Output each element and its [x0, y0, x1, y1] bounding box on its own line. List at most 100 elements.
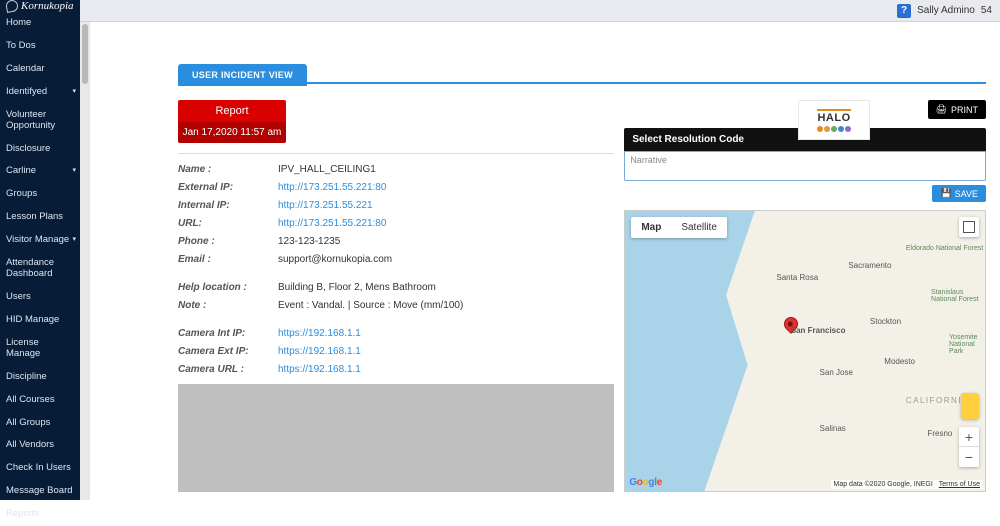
- sidebar-item-to-dos[interactable]: To Dos: [0, 35, 80, 58]
- brand-logo: Kornukopia: [0, 0, 80, 12]
- chevron-down-icon: ▾: [72, 88, 76, 96]
- sidebar: Kornukopia HomeTo DosCalendarIdentifyed▾…: [0, 0, 80, 500]
- map-label: Santa Rosa: [776, 273, 818, 282]
- sidebar-item-groups[interactable]: Groups: [0, 183, 80, 206]
- map-label: Sacramento: [848, 261, 891, 270]
- map-attribution: Map data ©2020 Google, INEGI Terms of Us…: [831, 480, 982, 489]
- save-icon: 💾: [940, 188, 951, 199]
- scrollbar-left[interactable]: [80, 22, 90, 500]
- report-title: Report: [178, 100, 286, 122]
- detail-link[interactable]: https://192.168.1.1: [278, 346, 361, 357]
- details-block-1: Name :IPV_HALL_CEILING1External IP:http:…: [178, 153, 614, 268]
- google-logo: Google: [629, 477, 662, 488]
- map-label: Modesto: [884, 357, 915, 366]
- narrative-input[interactable]: Narrative: [624, 151, 986, 181]
- right-column: HALO 🖨 PRINT Select Resolution Code Narr…: [624, 100, 986, 492]
- sidebar-item-carline[interactable]: Carline▾: [0, 160, 80, 183]
- save-label: SAVE: [955, 189, 978, 199]
- camera-feed-placeholder: [178, 384, 614, 492]
- sidebar-item-users[interactable]: Users: [0, 286, 80, 309]
- detail-label: Phone :: [178, 236, 278, 247]
- sidebar-item-disclosure[interactable]: Disclosure: [0, 138, 80, 161]
- detail-row: Note :Event : Vandal. | Source : Move (m…: [178, 296, 614, 314]
- map-label: San Francisco: [791, 326, 846, 335]
- fullscreen-icon[interactable]: [959, 217, 979, 237]
- tab-underline: [178, 82, 986, 84]
- map-view[interactable]: Map Satellite Sacramento Santa Rosa San Fr…: [624, 210, 986, 492]
- map-label: Fresno: [927, 429, 952, 438]
- sidebar-item-reports[interactable]: Reports: [0, 503, 80, 526]
- detail-label: Camera Int IP:: [178, 328, 278, 339]
- sidebar-nav: HomeTo DosCalendarIdentifyed▾Volunteer O…: [0, 12, 80, 526]
- sidebar-item-home[interactable]: Home: [0, 12, 80, 35]
- sidebar-item-calendar[interactable]: Calendar: [0, 58, 80, 81]
- map-label: Yosemite National Park: [949, 334, 985, 355]
- chevron-down-icon: ▾: [72, 167, 76, 175]
- detail-row: Name :IPV_HALL_CEILING1: [178, 160, 614, 178]
- zoom-out-button[interactable]: −: [959, 447, 979, 467]
- brand-swirl-icon: [5, 0, 19, 13]
- detail-value: Building B, Floor 2, Mens Bathroom: [278, 282, 436, 293]
- sidebar-item-check-in-users[interactable]: Check In Users: [0, 457, 80, 480]
- detail-label: Camera Ext IP:: [178, 346, 278, 357]
- sidebar-item-all-vendors[interactable]: All Vendors: [0, 434, 80, 457]
- detail-label: Email :: [178, 254, 278, 265]
- map-label: Stanislaus National Forest: [931, 289, 985, 303]
- detail-row: Camera Ext IP:https://192.168.1.1: [178, 342, 614, 360]
- report-header: Report Jan 17,2020 11:57 am: [178, 100, 286, 143]
- content: USER INCIDENT VIEW Report Jan 17,2020 11…: [80, 22, 1000, 500]
- sidebar-item-visitor-manage[interactable]: Visitor Manage▾: [0, 229, 80, 252]
- sidebar-item-all-groups[interactable]: All Groups: [0, 412, 80, 435]
- map-label: Salinas: [820, 424, 846, 433]
- detail-row: Help location :Building B, Floor 2, Mens…: [178, 278, 614, 296]
- topbar-tail: 54: [981, 5, 992, 16]
- sidebar-item-identifyed[interactable]: Identifyed▾: [0, 81, 80, 104]
- detail-label: External IP:: [178, 182, 278, 193]
- detail-label: Internal IP:: [178, 200, 278, 211]
- save-button[interactable]: 💾 SAVE: [932, 185, 986, 202]
- left-column: Report Jan 17,2020 11:57 am Name :IPV_HA…: [178, 100, 614, 492]
- halo-dots-icon: [817, 126, 851, 132]
- streetview-pegman-icon[interactable]: [961, 393, 979, 419]
- print-icon: 🖨: [936, 104, 947, 115]
- terms-of-use-link[interactable]: Terms of Use: [939, 481, 980, 488]
- detail-label: URL:: [178, 218, 278, 229]
- detail-link[interactable]: http://173.251.55.221: [278, 200, 373, 211]
- detail-row: Camera URL :https://192.168.1.1: [178, 360, 614, 378]
- map-tab-map[interactable]: Map: [631, 217, 671, 238]
- brand-text: Kornukopia: [21, 0, 74, 12]
- detail-link[interactable]: http://173.251.55.221:80: [278, 182, 386, 193]
- detail-value: IPV_HALL_CEILING1: [278, 164, 376, 175]
- detail-label: Camera URL :: [178, 364, 278, 375]
- sidebar-item-license-manage[interactable]: License Manage: [0, 332, 80, 366]
- detail-link[interactable]: http://173.251.55.221:80: [278, 218, 386, 229]
- detail-link[interactable]: https://192.168.1.1: [278, 328, 361, 339]
- map-label: San Jose: [820, 368, 853, 377]
- zoom-in-button[interactable]: +: [959, 427, 979, 447]
- sidebar-item-hid-manage[interactable]: HID Manage: [0, 309, 80, 332]
- map-water: [625, 211, 769, 491]
- sidebar-item-attendance-dashboard[interactable]: Attendance Dashboard: [0, 252, 80, 286]
- report-date: Jan 17,2020 11:57 am: [178, 122, 286, 143]
- map-attrib-text: Map data ©2020 Google, INEGI: [833, 481, 932, 488]
- halo-logo: HALO: [798, 100, 870, 140]
- sidebar-item-volunteer-opportunity[interactable]: Volunteer Opportunity: [0, 104, 80, 138]
- details-block-3: Camera Int IP:https://192.168.1.1Camera …: [178, 324, 614, 378]
- sidebar-item-lesson-plans[interactable]: Lesson Plans: [0, 206, 80, 229]
- detail-link[interactable]: https://192.168.1.1: [278, 364, 361, 375]
- topbar-user[interactable]: Sally Admino: [917, 5, 975, 16]
- detail-row: Internal IP:http://173.251.55.221: [178, 196, 614, 214]
- help-icon[interactable]: ?: [897, 4, 911, 18]
- detail-value: support@kornukopia.com: [278, 254, 392, 265]
- topbar: ? Sally Admino 54: [80, 0, 1000, 22]
- print-button[interactable]: 🖨 PRINT: [928, 100, 986, 119]
- detail-value: Event : Vandal. | Source : Move (mm/100): [278, 300, 463, 311]
- details-block-2: Help location :Building B, Floor 2, Mens…: [178, 278, 614, 314]
- detail-row: Phone :123-123-1235: [178, 232, 614, 250]
- sidebar-item-all-courses[interactable]: All Courses: [0, 389, 80, 412]
- map-label: Stockton: [870, 317, 901, 326]
- detail-label: Help location :: [178, 282, 278, 293]
- map-tab-satellite[interactable]: Satellite: [671, 217, 727, 238]
- narrative-placeholder: Narrative: [630, 155, 667, 165]
- sidebar-item-discipline[interactable]: Discipline: [0, 366, 80, 389]
